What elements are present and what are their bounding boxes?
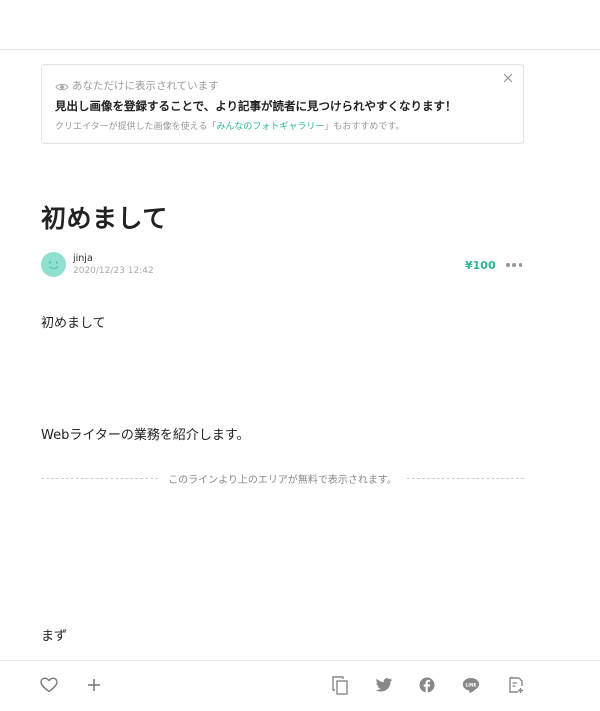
plus-icon[interactable] (84, 675, 104, 695)
price-badge: ¥100 (465, 259, 496, 272)
svg-text:LINE: LINE (465, 682, 476, 688)
embed-icon[interactable] (506, 675, 526, 695)
paywall-text: このラインより上のエリアが無料で表示されます。 (168, 474, 397, 486)
more-options-button[interactable] (506, 262, 522, 268)
dot-icon (518, 263, 522, 267)
heart-icon[interactable] (39, 675, 59, 695)
paywall-divider: このラインより上のエリアが無料で表示されます。 (41, 471, 524, 486)
facebook-icon[interactable] (417, 675, 437, 695)
dot-icon (506, 263, 510, 267)
close-icon[interactable] (501, 71, 515, 85)
dot-icon (512, 263, 516, 267)
notice-sub-prefix: クリエイターが提供した画像を使える「 (55, 122, 217, 132)
notice-sub-suffix: 」もおすすめです。 (324, 122, 405, 132)
paragraph: Webライターの業務を紹介します。 (41, 428, 250, 443)
visibility-label: あなただけに表示されています (72, 80, 219, 92)
author-name[interactable]: jinja (73, 253, 93, 264)
smile-icon (48, 261, 59, 270)
avatar[interactable] (41, 252, 66, 277)
article-page: あなただけに表示されています 見出し画像を登録することで、より記事が読者に見つけ… (0, 0, 600, 711)
divider-line (406, 477, 524, 479)
bottom-action-bar: LINE (0, 660, 600, 711)
post-date: 2020/12/23 12:42 (73, 266, 154, 276)
top-header (0, 0, 600, 50)
notice-title: 見出し画像を登録することで、より記事が読者に見つけられやすくなります！ (55, 99, 457, 113)
divider-line (41, 477, 159, 479)
line-icon[interactable]: LINE (461, 675, 481, 695)
paragraph: 初めまして (41, 316, 106, 331)
twitter-icon[interactable] (374, 675, 394, 695)
notice-subtext: クリエイターが提供した画像を使える「みんなのフォトギャラリー」もおすすめです。 (55, 119, 405, 132)
header-image-notice: あなただけに表示されています 見出し画像を登録することで、より記事が読者に見つけ… (41, 64, 524, 144)
article-title: 初めまして (41, 204, 168, 233)
photo-gallery-link[interactable]: みんなのフォトギャラリー (216, 122, 324, 132)
copy-icon[interactable] (330, 675, 350, 695)
eye-icon (55, 79, 69, 93)
paragraph: まず (41, 629, 68, 644)
